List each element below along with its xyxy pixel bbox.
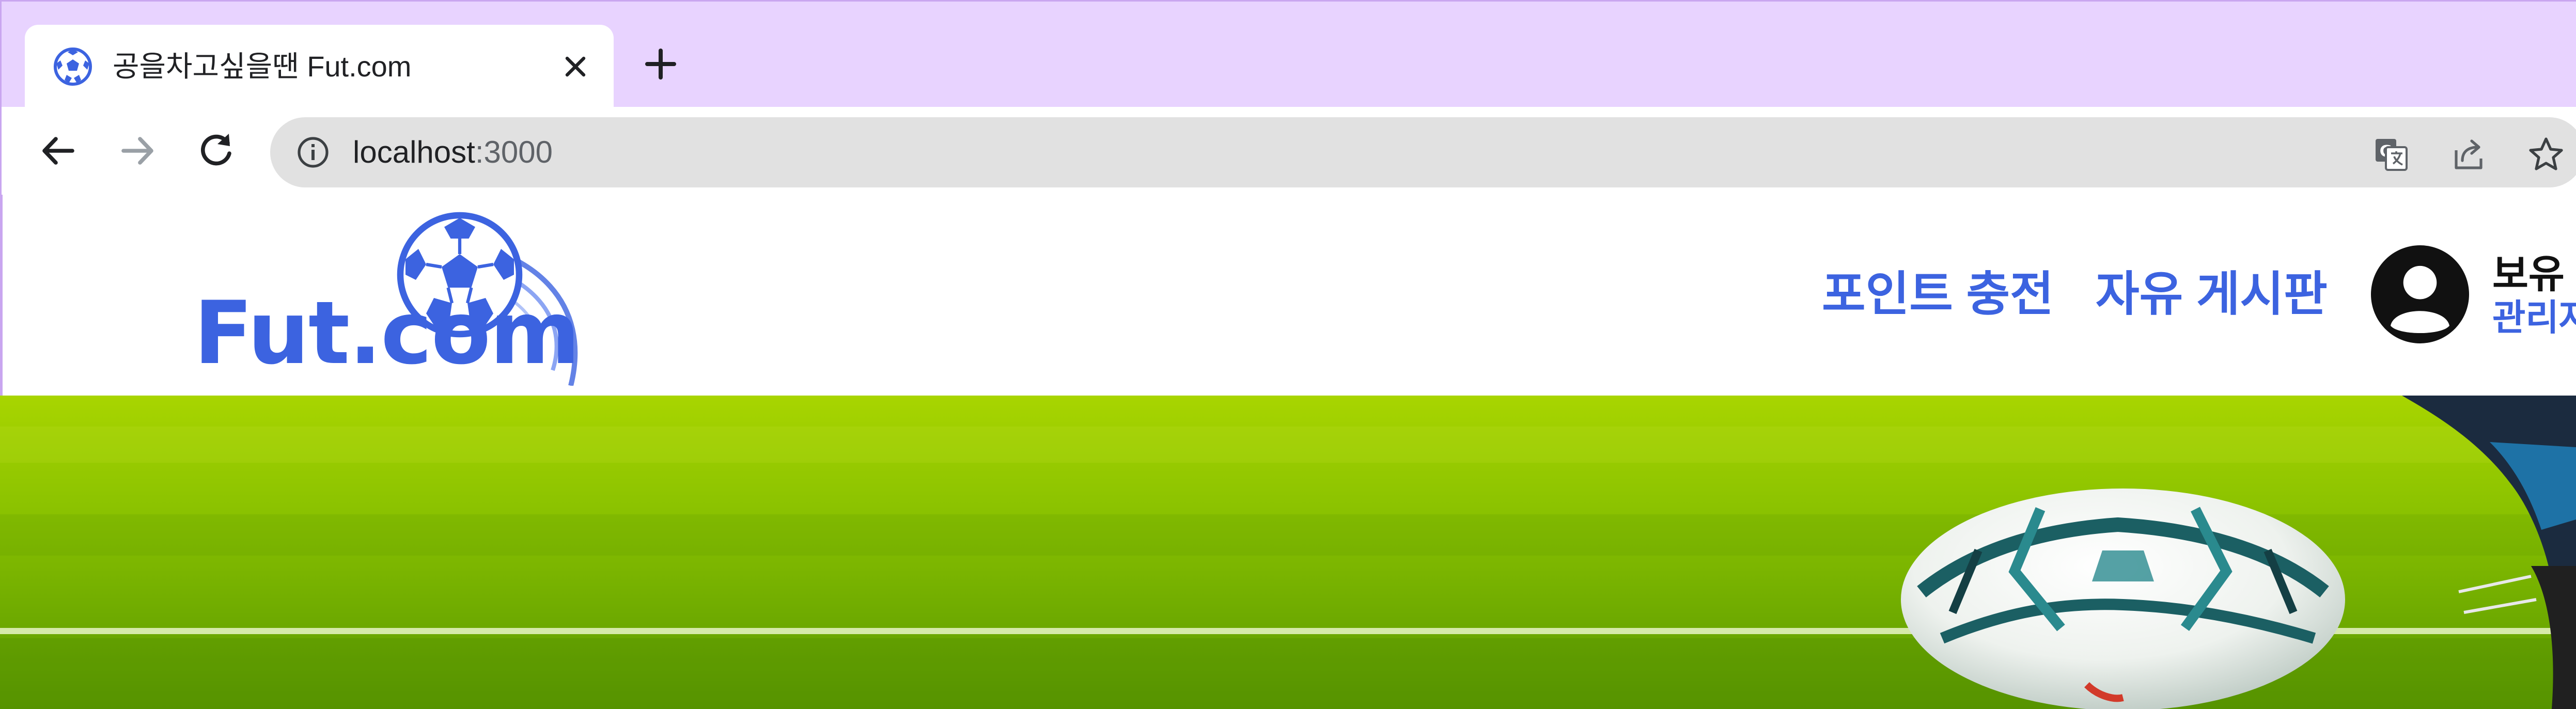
nav-free-board[interactable]: 자유 게시판 <box>2096 256 2328 324</box>
soccer-ball-icon <box>54 48 92 86</box>
address-bar[interactable]: localhost:3000 G <box>270 117 2576 187</box>
hero-image <box>0 396 2576 709</box>
arrow-left-icon[interactable] <box>35 128 82 174</box>
user-role-label[interactable]: 관리자 <box>2492 289 2576 341</box>
bookmark-star-icon[interactable] <box>2527 136 2565 173</box>
browser-toolbar: localhost:3000 G <box>0 107 2576 302</box>
site-header: Fut.com 포인트 충전 자유 게시판 보유 관리자 <box>0 195 2576 396</box>
close-icon[interactable] <box>562 53 589 80</box>
share-icon[interactable] <box>2450 136 2487 173</box>
browser-tab-strip: 공을차고싶을땐 Fut.com <box>0 0 2576 108</box>
url-host: localhost <box>353 135 475 169</box>
hero-banner <box>0 396 2576 709</box>
site-logo[interactable]: Fut.com <box>194 210 617 386</box>
tab-title: 공을차고싶을땐 Fut.com <box>113 50 412 83</box>
translate-icon[interactable]: G <box>2372 136 2410 173</box>
user-avatar-icon[interactable] <box>2371 245 2469 343</box>
url-port: :3000 <box>475 135 553 169</box>
browser-tab[interactable]: 공을차고싶을땐 Fut.com <box>25 25 614 108</box>
logo-text: Fut.com <box>194 282 580 384</box>
nav-point-charge[interactable]: 포인트 충전 <box>1822 256 2054 324</box>
url-text[interactable]: localhost:3000 <box>353 117 553 187</box>
plus-icon[interactable] <box>642 45 679 83</box>
reload-icon[interactable] <box>193 128 239 174</box>
info-icon[interactable] <box>296 135 330 169</box>
arrow-right-icon[interactable] <box>114 128 161 174</box>
